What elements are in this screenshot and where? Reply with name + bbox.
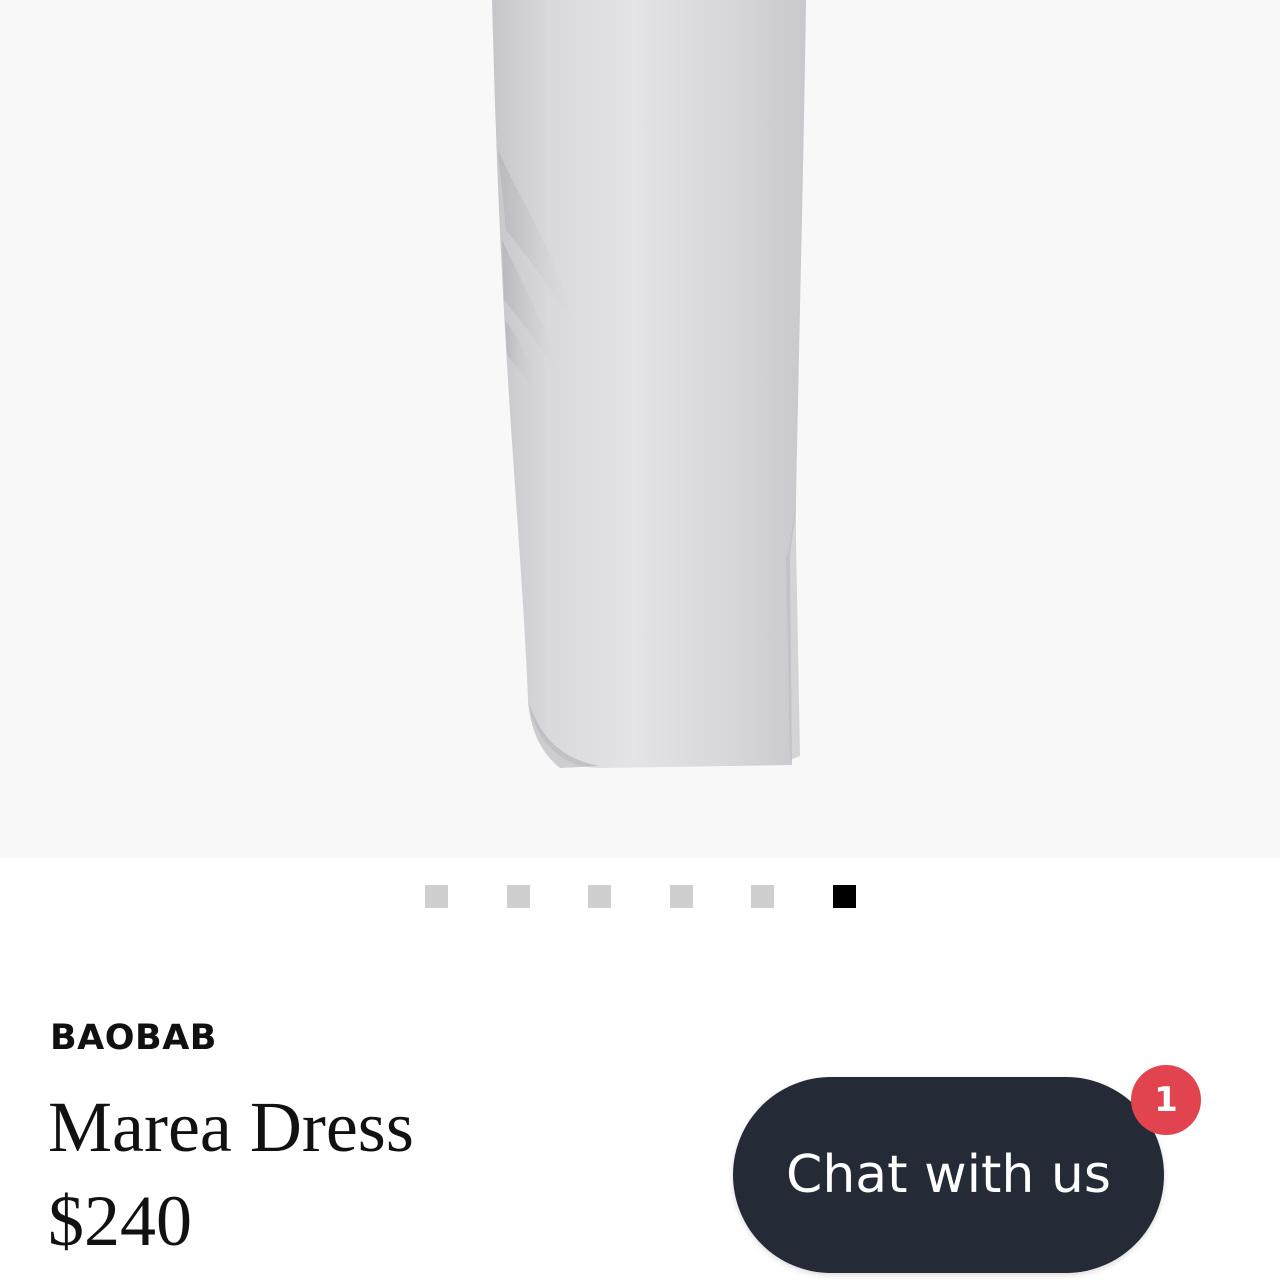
chat-notification-badge: 1 xyxy=(1131,1065,1201,1135)
brand-name[interactable]: BAOBAB xyxy=(50,1016,217,1060)
dress-photo xyxy=(492,0,806,768)
gallery-dot-4[interactable] xyxy=(670,885,693,908)
chat-button-label: Chat with us xyxy=(786,1145,1111,1205)
product-price: $240 xyxy=(48,1181,192,1261)
product-image[interactable] xyxy=(0,0,1280,858)
product-title: Marea Dress xyxy=(48,1087,414,1167)
gallery-dot-2[interactable] xyxy=(507,885,530,908)
gallery-dot-5[interactable] xyxy=(751,885,774,908)
chat-with-us-button[interactable]: Chat with us xyxy=(733,1077,1164,1273)
product-page: BAOBAB Marea Dress $240 Chat with us 1 xyxy=(0,0,1280,1280)
gallery-dot-3[interactable] xyxy=(588,885,611,908)
gallery-dot-6[interactable] xyxy=(833,885,856,908)
gallery-pagination xyxy=(0,885,1280,909)
gallery-dot-1[interactable] xyxy=(425,885,448,908)
